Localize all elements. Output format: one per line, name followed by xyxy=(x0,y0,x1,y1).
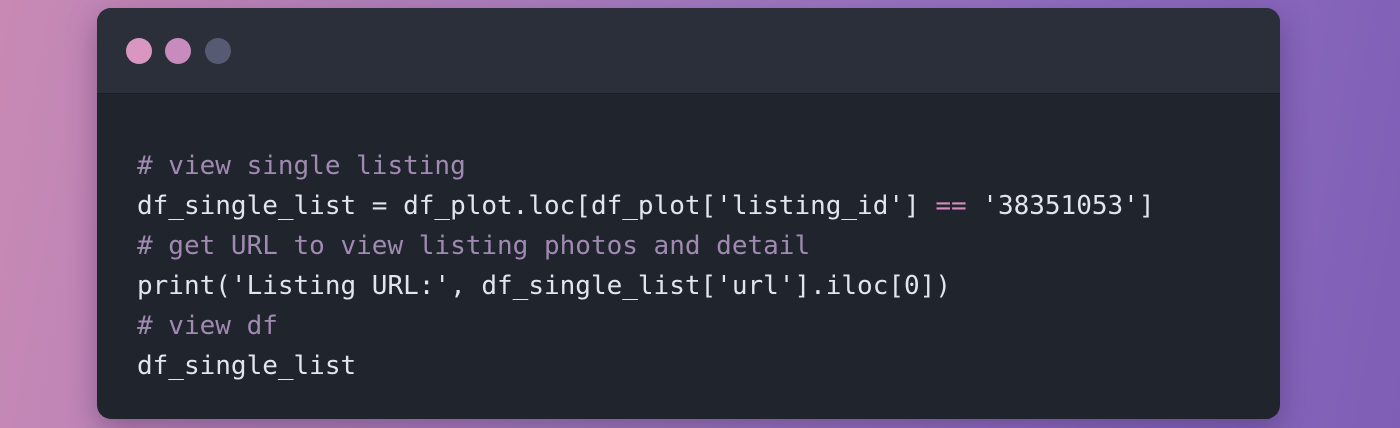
maximize-dot-icon[interactable] xyxy=(205,38,231,64)
code-text: df_single_list = df_plot.loc[df_plot['li… xyxy=(137,191,936,221)
code-line: print('Listing URL:', df_single_list['ur… xyxy=(137,271,951,301)
code-line: df_single_list = df_plot.loc[df_plot['li… xyxy=(137,186,1154,226)
minimize-dot-icon[interactable] xyxy=(165,38,191,64)
close-dot-icon[interactable] xyxy=(126,38,152,64)
code-comment-line: # view df xyxy=(137,311,278,341)
code-text: '38351053'] xyxy=(966,191,1155,221)
code-window: # view single listing df_single_list = df… xyxy=(97,8,1280,419)
code-comment-line: # get URL to view listing photos and det… xyxy=(137,231,811,261)
code-comment-line: # view single listing xyxy=(137,151,466,181)
code-block: # view single listing df_single_list = df… xyxy=(137,146,1154,386)
code-line: df_single_list xyxy=(137,351,357,381)
window-titlebar xyxy=(97,8,1280,94)
equality-operator: == xyxy=(935,191,967,221)
